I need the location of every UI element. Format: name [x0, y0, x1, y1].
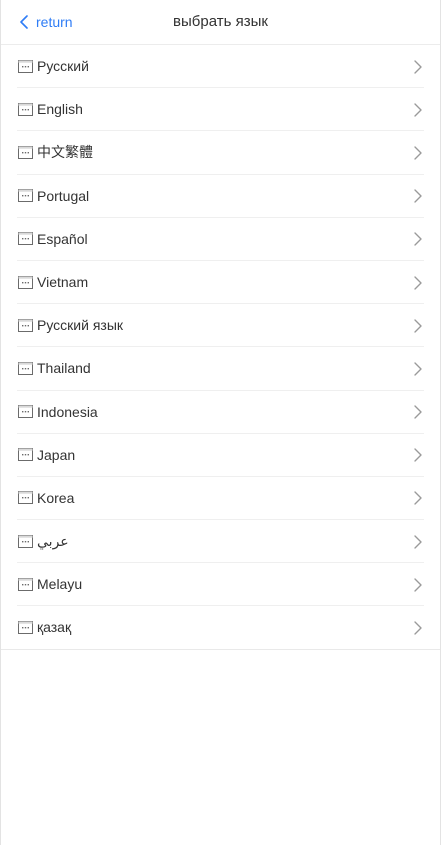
language-label: Thailand [37, 360, 91, 377]
broken-image-icon [18, 448, 33, 462]
language-label: Portugal [37, 187, 90, 204]
language-label: Русский язык [37, 317, 124, 334]
language-page: return выбрать язык Русский English 中文繁體 Po… [0, 0, 441, 845]
language-item[interactable]: Русский язык [1, 304, 440, 348]
chevron-right-icon [414, 491, 422, 506]
language-item[interactable]: қазақ [1, 606, 440, 650]
chevron-right-icon [414, 448, 422, 462]
language-label: Melayu [37, 576, 83, 593]
chevron-right-icon [414, 275, 422, 290]
language-label: English [37, 101, 83, 118]
language-item[interactable]: Melayu [1, 563, 440, 607]
language-label: عربي [37, 533, 69, 550]
language-label: Vietnam [37, 273, 89, 290]
chevron-right-icon [414, 621, 422, 635]
language-item[interactable]: عربي [1, 520, 440, 564]
broken-image-icon [18, 361, 33, 375]
broken-image-icon [18, 59, 33, 73]
language-label: Indonesia [37, 403, 98, 420]
chevron-right-icon [414, 578, 422, 592]
chevron-right-icon [414, 59, 422, 74]
language-item[interactable]: Portugal [1, 175, 440, 218]
language-label: Korea [37, 489, 75, 506]
chevron-right-icon [414, 405, 422, 419]
language-label: Español [37, 230, 88, 247]
chevron-right-icon [414, 319, 422, 333]
language-item[interactable]: English [1, 88, 440, 132]
nav-bar: return выбрать язык [1, 0, 440, 45]
chevron-right-icon [414, 362, 422, 376]
broken-image-icon [18, 577, 33, 591]
language-item[interactable]: Japan [1, 434, 440, 478]
language-item[interactable]: 中文繁體 [1, 131, 440, 175]
chevron-right-icon [414, 146, 422, 160]
language-label: қазақ [37, 619, 72, 636]
broken-image-icon [18, 275, 33, 289]
chevron-right-icon [414, 232, 422, 247]
language-item[interactable]: Thailand [1, 347, 440, 391]
language-item[interactable]: Korea [1, 477, 440, 521]
broken-image-icon [18, 534, 33, 548]
language-item[interactable]: Русский [1, 45, 440, 89]
chevron-left-icon [20, 15, 28, 29]
language-label: 中文繁體 [37, 144, 93, 161]
back-button[interactable]: return [20, 0, 73, 44]
broken-image-icon [18, 102, 33, 116]
chevron-right-icon [414, 189, 422, 203]
broken-image-icon [18, 491, 33, 505]
broken-image-icon [18, 145, 33, 159]
chevron-right-icon [414, 534, 422, 549]
language-label: Русский [37, 58, 89, 74]
broken-image-icon [18, 189, 33, 203]
language-item[interactable]: Español [1, 218, 440, 262]
broken-image-icon [18, 621, 33, 635]
broken-image-icon [18, 405, 33, 419]
chevron-right-icon [414, 103, 422, 117]
language-item[interactable]: Vietnam [1, 261, 440, 305]
broken-image-icon [18, 318, 33, 332]
language-list: Русский English 中文繁體 Portugal Español Vietnam… [1, 45, 440, 650]
language-label: Japan [37, 446, 76, 463]
back-label: return [36, 14, 73, 30]
broken-image-icon [18, 232, 33, 246]
language-item[interactable]: Indonesia [1, 391, 440, 434]
